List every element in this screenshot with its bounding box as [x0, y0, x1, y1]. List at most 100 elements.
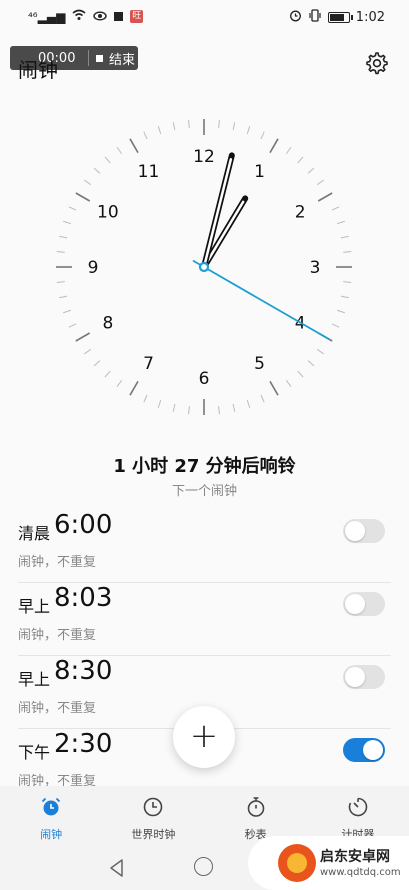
page-title: 闹钟 [18, 58, 58, 82]
tab-world-clock[interactable]: 世界时钟 [102, 786, 204, 844]
tab-label: 世界时钟 [131, 828, 176, 841]
alarm-description: 闹钟，不重复 [18, 555, 97, 570]
clock-tick [316, 348, 325, 355]
clock-tick [317, 192, 333, 202]
clock-tick [75, 332, 91, 342]
clock-tick [232, 122, 236, 131]
add-alarm-button[interactable]: + [173, 706, 235, 768]
clock-tick [157, 126, 162, 135]
clock-number: 11 [138, 162, 160, 182]
alarm-item-2[interactable]: 早上 8:03 闹钟，不重复 [18, 583, 391, 656]
alarm-period: 早上 [18, 670, 51, 689]
vibrate-icon [308, 9, 322, 25]
stop-label: 结束 [109, 52, 136, 68]
clock-tick [285, 379, 292, 388]
signal-icon: ⁴⁶▂▄▆ [28, 9, 66, 24]
alarm-time: 2:30 [54, 729, 113, 759]
clock-tick [340, 295, 349, 299]
clock-number: 5 [254, 354, 265, 374]
clock-number: 9 [88, 258, 99, 278]
alarm-toggle[interactable] [343, 592, 385, 616]
analog-clock: 121234567891011 [56, 119, 352, 415]
watermark-title: 启东安卓网 [320, 849, 390, 865]
clock-tick [260, 394, 265, 403]
clock-tick [218, 406, 220, 415]
tab-label: 闹钟 [40, 828, 63, 841]
clock-tick [172, 403, 176, 412]
clock-number: 12 [193, 147, 215, 167]
alarm-period: 早上 [18, 597, 51, 616]
home-icon[interactable] [194, 857, 213, 876]
clock-tick [307, 167, 315, 174]
stop-recording-button[interactable]: 结束 [89, 49, 135, 68]
timer-icon [348, 797, 368, 817]
clock-tick [340, 235, 349, 239]
clock-tick [246, 399, 251, 408]
clock-tick [269, 138, 279, 154]
clock-tick [59, 235, 68, 239]
clock-tick [129, 138, 139, 154]
clock-tick [336, 309, 345, 314]
network-type: ⁴⁶ [28, 9, 38, 24]
eye-icon [93, 10, 108, 24]
clock-number: 7 [143, 354, 154, 374]
clock-tick [232, 403, 236, 412]
tab-alarm[interactable]: 闹钟 [0, 786, 102, 844]
clock-number: 10 [97, 203, 119, 223]
clock-tick [56, 251, 65, 253]
settings-gear-icon[interactable] [363, 50, 389, 76]
clock-tick [63, 309, 72, 314]
clock-tick [297, 370, 304, 378]
alarm-time: 6:00 [54, 510, 113, 540]
clock-tick [68, 206, 77, 211]
app-notification-icon: 旺 [130, 10, 144, 23]
watermark-url: www.qdtdq.com [320, 867, 401, 878]
alarm-toggle[interactable] [343, 519, 385, 543]
clock-tick [218, 119, 220, 128]
toggle-knob [345, 667, 365, 687]
clock-tick [297, 156, 304, 164]
next-alarm-countdown: 1 小时 27 分钟后响铃 [113, 456, 296, 477]
clock-tick [343, 281, 352, 283]
world-clock-icon [144, 797, 163, 817]
alarm-clock-icon [41, 797, 61, 816]
clock-number: 8 [102, 314, 113, 334]
watermark: 启东安卓网 www.qdtdq.com [248, 836, 409, 890]
square-icon [114, 10, 124, 24]
clock-tick [93, 360, 101, 367]
clock-tick [331, 206, 340, 211]
clock-tick [188, 119, 190, 128]
clock-tick [93, 167, 101, 174]
clock-tick [75, 192, 91, 202]
alarm-description: 闹钟，不重复 [18, 628, 97, 643]
clock-tick [129, 380, 139, 396]
alarm-time: 8:30 [54, 656, 113, 686]
clock-tick [336, 220, 345, 225]
clock-tick [83, 179, 92, 186]
clock-tick [260, 131, 265, 140]
alarm-period: 清晨 [18, 524, 51, 543]
alarm-description: 闹钟，不重复 [18, 701, 97, 716]
alarm-toggle[interactable] [343, 738, 385, 762]
status-time: 1:02 [355, 9, 385, 25]
back-icon[interactable] [108, 858, 126, 878]
clock-tick [331, 323, 340, 328]
clock-number: 1 [254, 162, 265, 182]
alarm-period: 下午 [18, 743, 51, 762]
clock-tick [316, 179, 325, 186]
clock-tick [116, 146, 123, 155]
clock-tick [59, 295, 68, 299]
stop-icon [96, 54, 103, 62]
clock-tick [104, 370, 111, 378]
clock-number: 2 [295, 203, 306, 223]
clock-tick [116, 379, 123, 388]
alarm-time: 8:03 [54, 583, 113, 613]
next-alarm-subtitle: 下一个闹钟 [171, 484, 237, 499]
toggle-knob [345, 594, 365, 614]
clock-tick [143, 131, 148, 140]
alarm-item-1[interactable]: 清晨 6:00 闹钟，不重复 [18, 510, 391, 583]
clock-tick [63, 220, 72, 225]
wifi-icon [72, 9, 86, 24]
alarm-toggle[interactable] [343, 665, 385, 689]
clock-tick [104, 156, 111, 164]
